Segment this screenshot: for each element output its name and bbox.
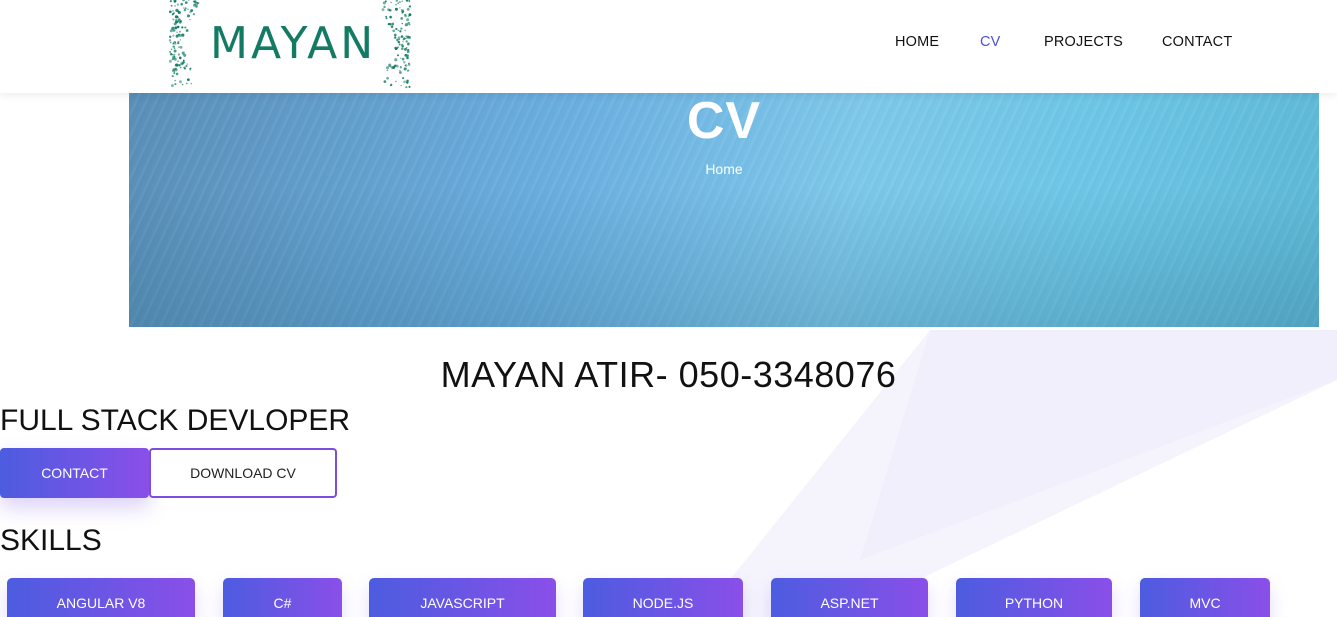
site-header: MAYAN HOME CV PROJECTS CONTACT [0, 0, 1337, 93]
download-cv-button[interactable]: DOWNLOAD CV [149, 448, 337, 498]
skill-badge-nodejs: NODE.JS [583, 578, 743, 617]
skill-badge-python: PYTHON [956, 578, 1112, 617]
nav-projects[interactable]: PROJECTS [1044, 34, 1123, 50]
skills-heading: SKILLS [0, 524, 102, 557]
name-phone-heading: MAYAN ATIR- 050-3348076 [440, 354, 897, 395]
contact-button[interactable]: CONTACT [0, 448, 149, 498]
main-nav: HOME CV PROJECTS CONTACT [0, 34, 1337, 54]
nav-contact[interactable]: CONTACT [1162, 34, 1232, 50]
skill-badge-csharp: C# [223, 578, 342, 617]
breadcrumb-home[interactable]: Home [129, 161, 1319, 177]
skill-badge-javascript: JAVASCRIPT [369, 578, 556, 617]
skill-badge-angular: ANGULAR V8 [7, 578, 195, 617]
page-title: CV [686, 93, 762, 150]
skill-badge-aspnet: ASP.NET [771, 578, 928, 617]
role-heading: FULL STACK DEVLOPER [0, 404, 351, 437]
nav-home[interactable]: HOME [895, 34, 939, 50]
skill-badge-mvc: MVC [1140, 578, 1270, 617]
hero-banner: CV Home [129, 93, 1319, 327]
nav-cv[interactable]: CV [980, 34, 1001, 50]
